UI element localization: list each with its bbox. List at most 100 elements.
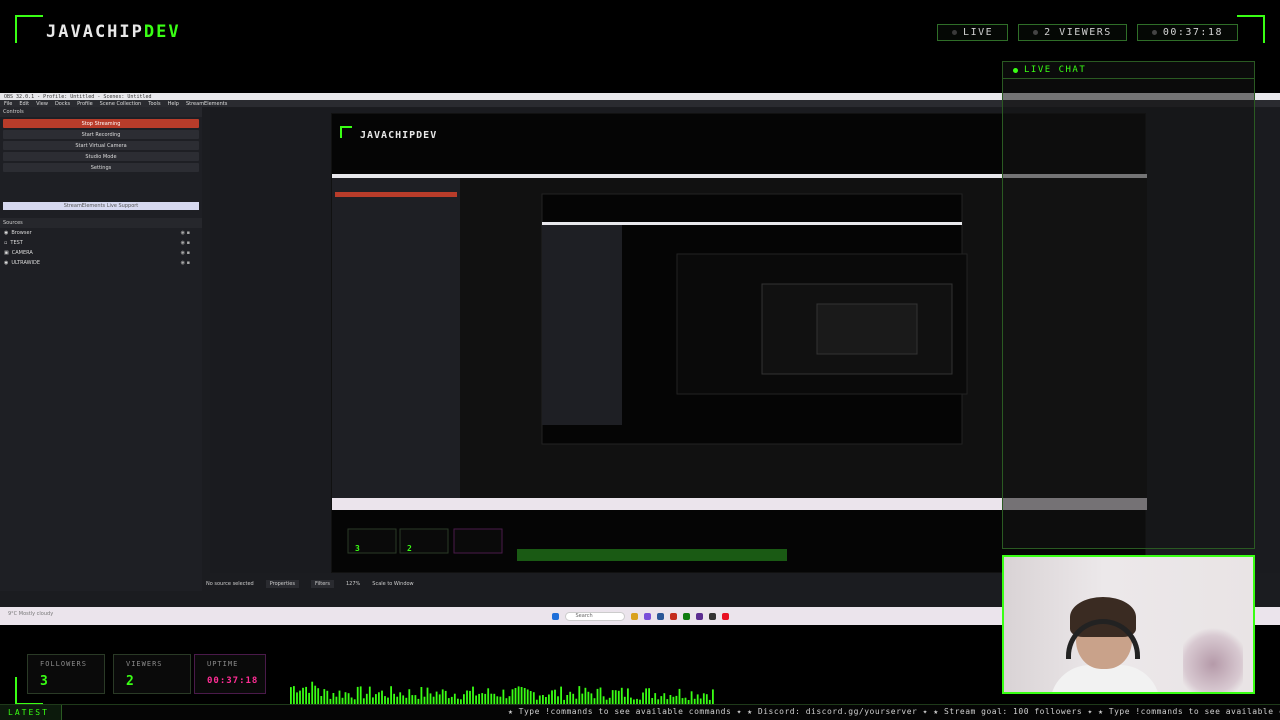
- visualizer-bar: [463, 694, 465, 704]
- visualizer-bar: [545, 697, 547, 704]
- visualizer-bar: [502, 689, 505, 704]
- visualizer-bar: [384, 696, 386, 704]
- visualizer-bar: [478, 693, 480, 704]
- menu-profile[interactable]: Profile: [77, 101, 93, 107]
- uptime-pill: 00:37:18: [1136, 24, 1238, 41]
- visualizer-bar: [654, 693, 657, 704]
- frame-corner-top-right: [1237, 15, 1265, 43]
- visualizer-bar: [672, 696, 675, 704]
- source-item[interactable]: ▫ TEST ◉ ▪: [0, 238, 202, 248]
- followers-card: FOLLOWERS 3: [27, 654, 105, 694]
- visualizer-bar: [441, 689, 444, 704]
- background-plant: [1183, 622, 1243, 692]
- windows-start-icon[interactable]: [551, 612, 559, 620]
- app-icon[interactable]: [721, 612, 729, 620]
- scale-select[interactable]: Scale to Window: [372, 581, 413, 587]
- settings-button[interactable]: Settings: [3, 163, 199, 172]
- viewers-value: 2: [126, 674, 134, 689]
- visualizer-bar: [305, 686, 307, 704]
- visualizer-bar: [675, 695, 678, 704]
- visualizer-bar: [581, 693, 584, 704]
- visibility-icon[interactable]: ◉ ▪: [181, 230, 190, 236]
- visualizer-bar: [432, 696, 435, 704]
- visibility-icon[interactable]: ◉ ▪: [181, 240, 190, 246]
- app-icon[interactable]: [669, 612, 677, 620]
- menu-file[interactable]: File: [4, 101, 12, 107]
- explorer-icon[interactable]: [630, 612, 638, 620]
- followers-value: 3: [40, 674, 48, 689]
- visualizer-bar: [356, 686, 359, 704]
- se-live-support-link[interactable]: StreamElements Live Support: [3, 202, 199, 210]
- visualizer-bar: [314, 685, 317, 704]
- visualizer-bar: [569, 691, 572, 704]
- visualizer-bar: [532, 692, 535, 704]
- visualizer-bar: [372, 697, 374, 704]
- visualizer-bar: [320, 696, 323, 704]
- live-chat-header: LIVE CHAT: [1003, 62, 1254, 79]
- visualizer-bar: [623, 696, 626, 704]
- weather-temp: 9°C: [8, 611, 18, 617]
- menu-docks[interactable]: Docks: [55, 101, 70, 107]
- viewers-stat-label: VIEWERS: [126, 660, 163, 668]
- filters-button[interactable]: Filters: [310, 580, 334, 588]
- menu-scene-collection[interactable]: Scene Collection: [100, 101, 142, 107]
- source-item[interactable]: ◉ Browser ◉ ▪: [0, 228, 202, 238]
- visualizer-bar: [584, 687, 587, 704]
- visualizer-bar: [481, 693, 484, 704]
- visualizer-bar: [414, 695, 417, 704]
- menu-streamelements[interactable]: StreamElements: [186, 101, 227, 107]
- visualizer-bar: [444, 690, 447, 704]
- chat-dot-icon: [1013, 67, 1018, 73]
- visualizer-bar: [420, 687, 423, 704]
- uptime-card: UPTIME 00:37:18: [194, 654, 266, 694]
- visualizer-bar: [702, 693, 705, 704]
- app-icon[interactable]: [643, 612, 651, 620]
- globe-icon: ◉: [4, 260, 9, 266]
- visualizer-bar: [611, 690, 614, 704]
- menu-edit[interactable]: Edit: [19, 101, 29, 107]
- menu-tools[interactable]: Tools: [148, 101, 160, 107]
- weather-desc: Mostly cloudy: [18, 611, 54, 617]
- brand-main: JAVACHIP: [46, 22, 144, 42]
- obs-icon[interactable]: [708, 612, 716, 620]
- studio-mode-button[interactable]: Studio Mode: [3, 152, 199, 161]
- source-item[interactable]: ▣ CAMERA ◉ ▪: [0, 248, 202, 258]
- visualizer-bar: [302, 687, 304, 704]
- visualizer-bar: [296, 692, 298, 704]
- visualizer-bar: [526, 689, 529, 704]
- live-pill: LIVE: [937, 24, 1009, 41]
- stop-streaming-button[interactable]: Stop Streaming: [3, 119, 199, 128]
- visualizer-bar: [393, 693, 395, 704]
- uptime-value: 00:37:18: [207, 676, 259, 686]
- visualizer-bar: [311, 681, 314, 704]
- menu-view[interactable]: View: [36, 101, 48, 107]
- source-item[interactable]: ◉ ULTRAWIDE ◉ ▪: [0, 258, 202, 268]
- webcam-feed: [1002, 555, 1255, 694]
- obs-window-title: OBS 32.0.1 - Profile: Untitled - Scenes:…: [4, 93, 152, 100]
- menu-help[interactable]: Help: [168, 101, 179, 107]
- visualizer-bar: [557, 696, 559, 704]
- start-recording-button[interactable]: Start Recording: [3, 130, 199, 139]
- visualizer-bar: [429, 693, 432, 704]
- visualizer-bar: [566, 695, 569, 704]
- controls-dock-title: Controls: [0, 107, 202, 117]
- visualizer-bar: [472, 686, 474, 704]
- start-virtual-camera-button[interactable]: Start Virtual Camera: [3, 141, 199, 150]
- visualizer-bar: [538, 695, 541, 704]
- visualizer-bar: [499, 696, 502, 704]
- visualizer-bar: [317, 688, 320, 704]
- visibility-icon[interactable]: ◉ ▪: [181, 250, 190, 256]
- app-icon[interactable]: [682, 612, 690, 620]
- visibility-icon[interactable]: ◉ ▪: [181, 260, 190, 266]
- app-icon[interactable]: [656, 612, 664, 620]
- app-icon[interactable]: [695, 612, 703, 620]
- live-chat-title: LIVE CHAT: [1024, 65, 1087, 75]
- visualizer-bar: [332, 693, 335, 704]
- zoom-label: 127%: [345, 581, 361, 587]
- taskbar-search[interactable]: Search: [564, 611, 625, 621]
- properties-button[interactable]: Properties: [265, 580, 299, 588]
- visualizer-bar: [365, 693, 368, 704]
- visualizer-bar: [411, 695, 414, 704]
- visualizer-bar: [308, 692, 310, 704]
- visualizer-bar: [690, 691, 693, 704]
